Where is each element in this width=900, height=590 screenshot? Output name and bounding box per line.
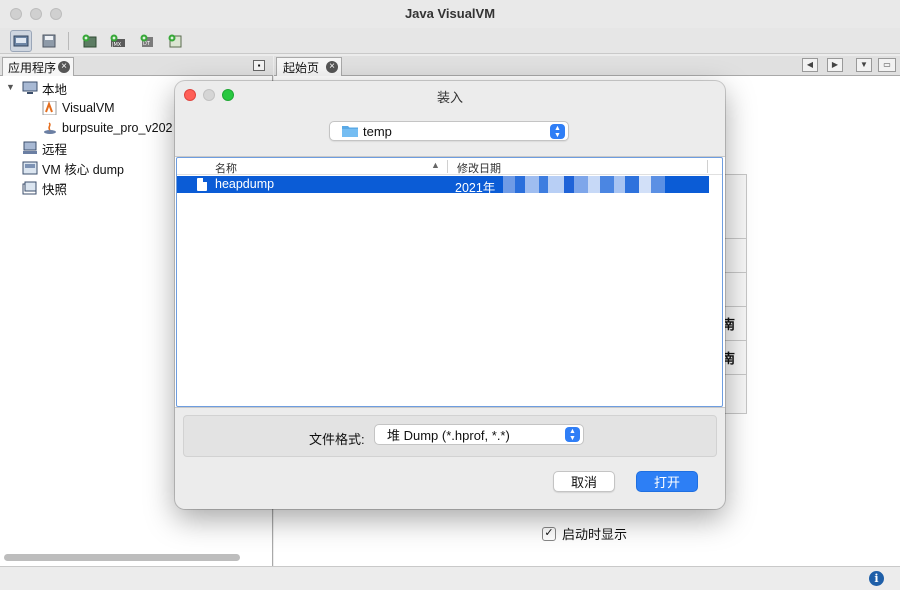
close-icon[interactable]: ×	[58, 61, 70, 73]
minimize-panel-icon[interactable]: ▪	[253, 60, 265, 71]
file-format-label: 文件格式:	[309, 432, 365, 447]
horizontal-scrollbar[interactable]	[4, 554, 240, 561]
add-remote-host-icon[interactable]: JMX	[107, 30, 129, 52]
file-format-popup[interactable]: 堆 Dump (*.hprof, *.*) ▲ ▼	[374, 424, 584, 445]
document-icon	[197, 178, 207, 191]
tree-item-burpsuite[interactable]: burpsuite_pro_v202	[42, 118, 173, 138]
save-snapshot-icon[interactable]	[38, 30, 60, 52]
column-date[interactable]: 修改日期	[457, 160, 501, 176]
updown-chevron-icon: ▲ ▼	[550, 124, 565, 139]
tree-item-label: VM 核心 dump	[42, 162, 124, 177]
tree-item-label: burpsuite_pro_v202	[62, 121, 173, 135]
tree-item-label: 快照	[42, 182, 68, 197]
file-list[interactable]: 名称 ▲ 修改日期 heapdump 2021年	[175, 156, 725, 408]
file-date: 2021年	[455, 181, 496, 195]
tree-item-local[interactable]: 本地	[22, 78, 67, 98]
column-divider[interactable]	[707, 160, 708, 173]
tab-start-page[interactable]: 起始页 ×	[276, 57, 342, 76]
computer-icon	[22, 81, 38, 94]
tree-item-coredump[interactable]: VM 核心 dump	[22, 158, 124, 178]
file-format-value: 堆 Dump (*.hprof, *.*)	[387, 428, 510, 443]
tree-item-remote[interactable]: 远程	[22, 138, 67, 158]
add-coredump-icon[interactable]	[164, 30, 186, 52]
column-name[interactable]: 名称	[215, 160, 237, 176]
toolbar-separator	[68, 32, 69, 50]
sort-ascending-icon: ▲	[431, 160, 440, 170]
file-format-area: 文件格式: 堆 Dump (*.hprof, *.*) ▲ ▼	[183, 415, 717, 457]
tab-applications[interactable]: 应用程序 ×	[2, 57, 74, 76]
tree-item-label: 本地	[42, 82, 68, 97]
window-titlebar: Java VisualVM	[0, 0, 900, 28]
svg-text:JMX: JMX	[111, 42, 122, 48]
tree-item-snapshots[interactable]: 快照	[22, 178, 67, 198]
dialog-titlebar: 装入	[175, 81, 725, 109]
scroll-right-icon[interactable]: ▶	[827, 58, 843, 72]
cancel-button[interactable]: 取消	[553, 471, 615, 492]
maximize-icon[interactable]: ▭	[878, 58, 896, 72]
window-title: Java VisualVM	[404, 6, 496, 21]
open-button[interactable]: 打开	[636, 471, 698, 492]
add-jmx-connection-icon[interactable]	[78, 30, 100, 52]
directory-popup[interactable]: temp ▲ ▼	[329, 121, 569, 141]
status-bar: i	[0, 566, 900, 590]
dropdown-icon[interactable]: ▼	[856, 58, 872, 72]
redacted-date	[503, 176, 673, 193]
folder-icon	[342, 126, 358, 137]
svg-text:DT: DT	[143, 41, 151, 47]
java-icon	[44, 122, 56, 134]
show-on-startup[interactable]: ✓ 启动时显示	[542, 524, 627, 543]
column-divider[interactable]	[447, 160, 448, 173]
add-application-icon[interactable]	[10, 30, 32, 52]
coredump-icon	[22, 161, 38, 175]
dialog-title: 装入	[436, 90, 463, 105]
file-list-header: 名称 ▲ 修改日期	[177, 158, 722, 175]
disclosure-down-icon[interactable]: ▼	[6, 82, 15, 92]
applications-tabbar: 应用程序 × ▪	[0, 56, 273, 76]
start-page-tabbar: 起始页 × ◀ ▶ ▼ ▭	[274, 56, 900, 76]
tree-item-visualvm[interactable]: VisualVM	[42, 98, 115, 118]
snapshot-icon	[22, 181, 37, 195]
visualvm-icon	[42, 101, 57, 115]
load-dialog: 装入 temp ▲ ▼ 名称 ▲ 修改日期 heapdump 2021年 文件格…	[175, 81, 725, 509]
tab-start-page-label: 起始页	[283, 60, 320, 75]
show-on-startup-label: 启动时显示	[562, 527, 628, 542]
directory-name: temp	[363, 123, 392, 139]
scroll-left-icon[interactable]: ◀	[802, 58, 818, 72]
file-row-selected[interactable]: heapdump 2021年	[177, 176, 709, 195]
file-name: heapdump	[215, 177, 275, 191]
info-icon[interactable]: i	[869, 571, 884, 586]
remote-icon	[23, 141, 37, 154]
updown-chevron-icon: ▲ ▼	[565, 427, 580, 442]
close-icon[interactable]: ×	[326, 61, 338, 73]
show-on-startup-checkbox[interactable]: ✓	[542, 526, 556, 541]
load-snapshot-icon[interactable]: DT	[136, 30, 158, 52]
tab-applications-label: 应用程序	[8, 60, 57, 75]
main-toolbar: JMX DT	[0, 28, 900, 54]
tree-item-label: 远程	[42, 142, 68, 157]
tree-item-label: VisualVM	[62, 101, 115, 115]
file-list-frame: 名称 ▲ 修改日期 heapdump 2021年	[176, 157, 723, 407]
